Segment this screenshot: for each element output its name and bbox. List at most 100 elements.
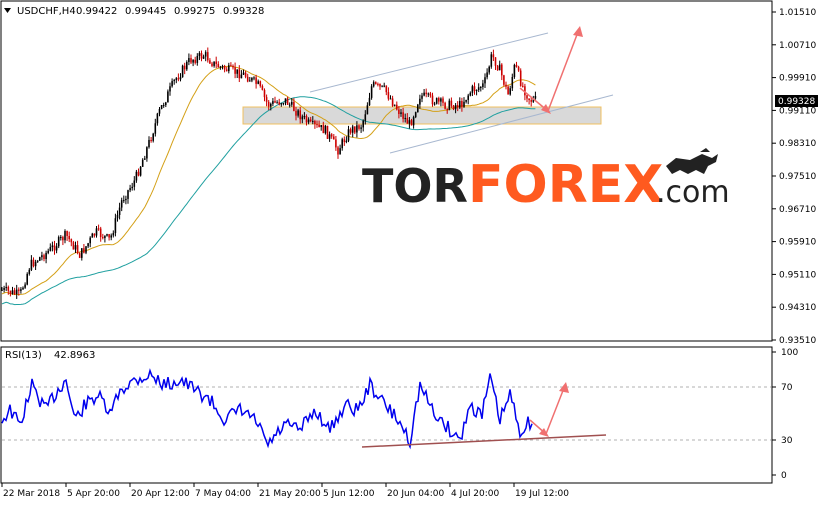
candle-body [55, 246, 58, 251]
candle-body [110, 235, 112, 238]
candle-body [114, 218, 117, 234]
candle-body [412, 117, 415, 126]
candle-body [503, 75, 505, 85]
chart-canvas[interactable]: USDCHF,H4 0.99422 0.99445 0.99275 0.9932… [0, 0, 818, 503]
candle-body [146, 147, 148, 159]
price-tick-label: 0.95910 [779, 238, 816, 248]
candle-body [3, 288, 5, 290]
candle-body [30, 259, 33, 270]
candle-body [488, 66, 490, 73]
candle-body [116, 214, 119, 219]
candle-body [202, 56, 205, 59]
close-value: 0.99328 [223, 6, 264, 17]
candle-body [64, 231, 66, 241]
candle-body [297, 110, 299, 116]
candle-body [351, 126, 354, 133]
price-tick-label: 0.96710 [779, 205, 816, 215]
candle-body [13, 290, 16, 295]
candle-body [102, 237, 104, 239]
candle-body [515, 64, 518, 67]
candle-body [375, 82, 377, 84]
candle-body [343, 139, 346, 143]
candle-body [141, 159, 144, 167]
candle-body [486, 72, 488, 78]
candle-body [314, 120, 316, 125]
candle-body [326, 125, 329, 139]
candle-body [322, 125, 325, 134]
candle-body [223, 65, 226, 70]
candle-body [91, 233, 94, 238]
candle-body [267, 101, 270, 107]
candle-body [246, 76, 249, 82]
candle-body [498, 64, 501, 71]
candle-body [425, 92, 427, 94]
candle-body [509, 88, 511, 95]
candle-body [232, 65, 234, 68]
candle-body [152, 133, 154, 141]
price-tick-label: 0.94310 [779, 303, 816, 313]
candle-body [32, 259, 35, 267]
candle-body [385, 85, 388, 93]
rsi-value: 42.8963 [54, 350, 95, 361]
time-tick-label: 20 Apr 12:00 [131, 489, 190, 499]
candle-body [456, 105, 459, 108]
candle-body [18, 289, 20, 291]
candle-body [259, 81, 262, 87]
candle-body [150, 139, 152, 141]
candle-body [162, 105, 165, 107]
watermark-forex: FOREX [468, 155, 663, 215]
candle-body [448, 100, 451, 110]
candle-body [81, 248, 83, 258]
candle-body [22, 287, 24, 290]
candle-body [127, 190, 129, 199]
candle-body [442, 98, 444, 103]
candle-body [156, 113, 159, 124]
candle-body [330, 134, 333, 137]
candle-body [406, 117, 409, 124]
candle-body [108, 234, 110, 238]
candle-body [293, 101, 295, 111]
candle-body [198, 53, 201, 56]
candle-body [85, 246, 87, 253]
candle-body [47, 250, 49, 253]
candle-body [167, 91, 169, 103]
candle-body [70, 239, 73, 243]
candle-body [217, 63, 220, 68]
candle-body [513, 64, 516, 78]
candle-body [51, 245, 54, 248]
candle-body [209, 60, 211, 64]
time-tick-label: 19 Jul 12:00 [515, 489, 569, 499]
candle-body [444, 102, 446, 109]
candle-body [282, 103, 285, 105]
candle-body [381, 85, 383, 87]
watermark-tor: TOR [362, 159, 468, 213]
candle-body [74, 245, 77, 250]
candle-body [249, 80, 251, 82]
candle-body [526, 95, 528, 99]
candle-body [475, 89, 478, 92]
candle-body [400, 112, 402, 115]
candle-body [461, 100, 463, 107]
candle-body [238, 69, 241, 79]
candle-body [15, 289, 18, 295]
candle-body [129, 188, 131, 191]
candle-body [433, 103, 436, 105]
candle-body [312, 120, 314, 122]
price-tick-label: 0.93510 [779, 336, 816, 346]
candle-body [20, 289, 22, 291]
rsi-axis: 100 70 30 0 [772, 348, 798, 481]
candle-body [112, 233, 115, 236]
candle-body [123, 200, 125, 202]
trading-chart[interactable]: USDCHF,H4 0.99422 0.99445 0.99275 0.9932… [0, 0, 818, 503]
rsi-tick-label: 0 [781, 471, 787, 481]
candle-body [93, 233, 96, 236]
price-tick-label: 0.98310 [779, 139, 816, 149]
candle-body [278, 102, 280, 105]
symbol-label: USDCHF,H4 [17, 6, 76, 17]
candle-body [183, 65, 186, 70]
candle-body [139, 166, 142, 176]
candle-body [354, 126, 356, 133]
candle-body [435, 98, 438, 104]
candle-body [446, 108, 448, 110]
candle-body [120, 200, 123, 208]
